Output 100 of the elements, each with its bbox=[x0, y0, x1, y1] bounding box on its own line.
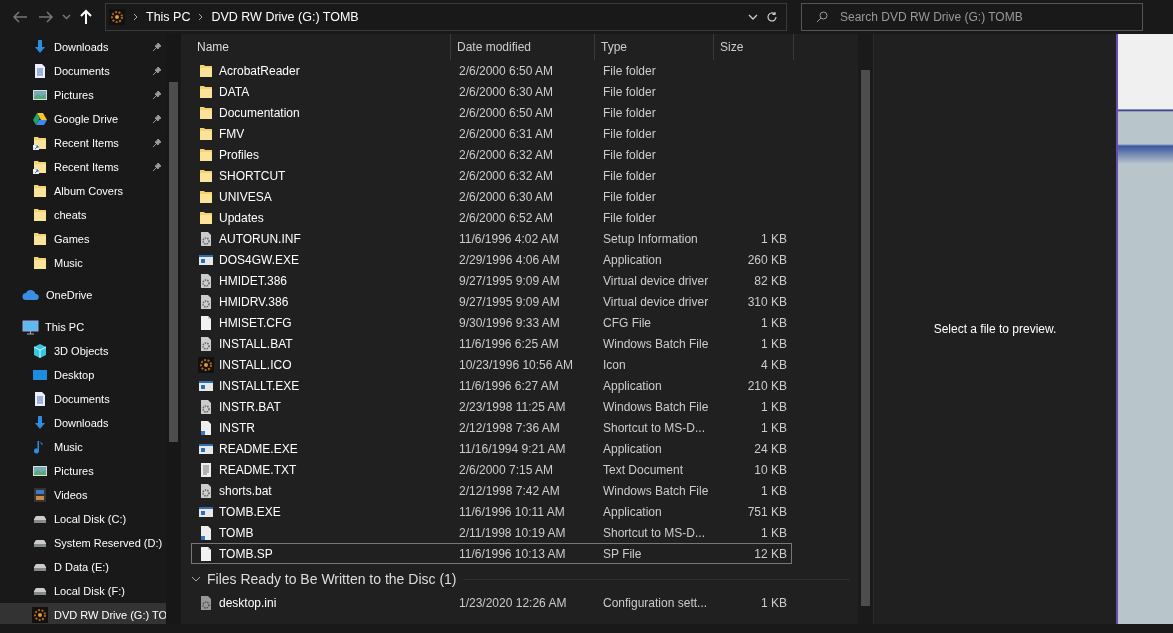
file-row[interactable]: INSTR.BAT 2/23/1998 11:25 AM Windows Batch File 1 KB bbox=[191, 396, 792, 417]
file-name: HMIDRV.386 bbox=[219, 294, 289, 309]
file-name: DOS4GW.EXE bbox=[219, 252, 300, 267]
nav-item[interactable]: Pictures bbox=[0, 83, 166, 107]
file-row[interactable]: HMIDET.386 9/27/1995 9:09 AM Virtual device driver 82 KB bbox=[191, 270, 792, 291]
address-bar[interactable]: This PC DVD RW Drive (G:) TOMB bbox=[105, 3, 787, 31]
file-row[interactable]: TOMB 2/11/1998 10:19 AM Shortcut to MS-D... 1 KB bbox=[191, 522, 792, 543]
file-icon bbox=[198, 524, 214, 541]
size-text: 1 KB bbox=[761, 399, 787, 414]
nav-item[interactable]: Recent Items bbox=[0, 155, 166, 179]
file-row[interactable]: HMISET.CFG 9/30/1996 9:33 AM CFG File 1 KB bbox=[191, 312, 792, 333]
file-row[interactable]: FMV 2/6/2000 6:31 AM File folder bbox=[191, 123, 792, 144]
file-row[interactable]: TOMB.EXE 11/6/1996 10:11 AM Application 751 KB bbox=[191, 501, 792, 522]
document-icon bbox=[32, 63, 48, 79]
gear-file-icon bbox=[198, 272, 214, 289]
type-text: File folder bbox=[603, 105, 656, 120]
size-text: 1 KB bbox=[761, 231, 787, 246]
file-row[interactable]: shorts.bat 2/12/1998 7:42 AM Windows Batch File 1 KB bbox=[191, 480, 792, 501]
file-row[interactable]: INSTALL.BAT 11/6/1996 6:25 AM Windows Batch File 1 KB bbox=[191, 333, 792, 354]
column-header[interactable]: Date modified bbox=[451, 34, 595, 60]
file-row[interactable]: INSTR 2/12/1998 7:36 AM Shortcut to MS-D... 1 KB bbox=[191, 417, 792, 438]
file-row[interactable]: AcrobatReader 2/6/2000 6:50 AM File folder bbox=[191, 60, 792, 81]
back-icon[interactable] bbox=[12, 10, 28, 24]
breadcrumb[interactable]: DVD RW Drive (G:) TOMB bbox=[211, 10, 359, 24]
file-name: AcrobatReader bbox=[219, 63, 300, 78]
file-name: INSTR bbox=[219, 420, 255, 435]
folder-icon bbox=[198, 167, 214, 184]
date-text: 2/6/2000 6:52 AM bbox=[459, 210, 554, 225]
nav-item[interactable]: Games bbox=[0, 227, 166, 251]
nav-item[interactable]: Google Drive bbox=[0, 107, 166, 131]
size-text: 82 KB bbox=[754, 273, 787, 288]
file-row[interactable]: INSTALL.ICO 10/23/1996 10:56 AM Icon 4 KB bbox=[191, 354, 792, 375]
nav-item[interactable]: Downloads bbox=[0, 411, 166, 435]
chevron-down-icon[interactable] bbox=[748, 14, 758, 20]
nav-item[interactable]: Documents bbox=[0, 387, 166, 411]
file-row[interactable]: AUTORUN.INF 11/6/1996 4:02 AM Setup Information 1 KB bbox=[191, 228, 792, 249]
nav-item[interactable]: Music bbox=[0, 435, 166, 459]
file-row[interactable]: README.EXE 11/16/1994 9:21 AM Application 24 KB bbox=[191, 438, 792, 459]
file-row[interactable]: DOS4GW.EXE 2/29/1996 4:06 AM Application 260 KB bbox=[191, 249, 792, 270]
scrollbar[interactable] bbox=[858, 34, 873, 624]
file-name: TOMB.EXE bbox=[219, 504, 281, 519]
folder-icon bbox=[198, 104, 214, 121]
nav-item[interactable]: Documents bbox=[0, 59, 166, 83]
file-row[interactable]: INSTALLT.EXE 11/6/1996 6:27 AM Application 210 KB bbox=[191, 375, 792, 396]
nav-item[interactable]: System Reserved (D:) bbox=[0, 531, 166, 555]
file-row[interactable]: Updates 2/6/2000 6:52 AM File folder bbox=[191, 207, 792, 228]
file-row[interactable]: HMIDRV.386 9/27/1995 9:09 AM Virtual device driver 310 KB bbox=[191, 291, 792, 312]
file-name: INSTR.BAT bbox=[219, 399, 281, 414]
size-text: 24 KB bbox=[754, 441, 787, 456]
nav-item[interactable]: Pictures bbox=[0, 459, 166, 483]
column-header[interactable]: Size bbox=[714, 34, 794, 60]
nav-item[interactable]: D Data (E:) bbox=[0, 555, 166, 579]
file-name: UNIVESA bbox=[219, 189, 272, 204]
nav-item[interactable]: OneDrive bbox=[0, 283, 166, 307]
file-row[interactable]: Documentation 2/6/2000 6:50 AM File folder bbox=[191, 102, 792, 123]
up-arrow-icon[interactable] bbox=[79, 9, 93, 25]
date-text: 9/30/1996 9:33 AM bbox=[459, 315, 560, 330]
triangle-icon bbox=[32, 111, 48, 127]
gear-file-icon bbox=[198, 230, 214, 247]
gear-file-icon bbox=[198, 594, 214, 611]
file-row[interactable]: TOMB.SP 11/6/1996 10:13 AM SP File 12 KB bbox=[191, 543, 792, 564]
date-text: 2/6/2000 6:32 AM bbox=[459, 168, 554, 183]
group-title[interactable]: Files Ready to Be Written to the Disc (1) bbox=[207, 571, 457, 587]
nav-item[interactable]: 3D Objects bbox=[0, 339, 166, 363]
nav-item[interactable]: This PC bbox=[0, 315, 166, 339]
forward-icon[interactable] bbox=[38, 10, 54, 24]
nav-item[interactable]: Videos bbox=[0, 483, 166, 507]
file-row[interactable]: SHORTCUT 2/6/2000 6:32 AM File folder bbox=[191, 165, 792, 186]
breadcrumb[interactable]: This PC bbox=[146, 10, 191, 24]
file-row[interactable]: DATA 2/6/2000 6:30 AM File folder bbox=[191, 81, 792, 102]
file-row[interactable]: desktop.ini 1/23/2020 12:26 AM Configuration sett... 1 KB bbox=[191, 592, 792, 613]
file-row[interactable]: README.TXT 2/6/2000 7:15 AM Text Document 10 KB bbox=[191, 459, 792, 480]
nav-item[interactable]: DVD RW Drive (G:) TO bbox=[0, 603, 166, 624]
file-row[interactable]: UNIVESA 2/6/2000 6:30 AM File folder bbox=[191, 186, 792, 207]
nav-item[interactable]: Desktop bbox=[0, 363, 166, 387]
nav-item[interactable]: cheats bbox=[0, 203, 166, 227]
type-text: Icon bbox=[603, 357, 626, 372]
date-text: 11/16/1994 9:21 AM bbox=[459, 441, 566, 456]
date-text: 2/6/2000 6:30 AM bbox=[459, 84, 554, 99]
nav-item[interactable]: Local Disk (C:) bbox=[0, 507, 166, 531]
size-text: 1 KB bbox=[761, 420, 787, 435]
chevron-icon[interactable] bbox=[191, 576, 201, 582]
type-text: Windows Batch File bbox=[603, 399, 709, 414]
refresh-icon[interactable] bbox=[766, 11, 778, 23]
date-text: 2/11/1998 10:19 AM bbox=[459, 525, 566, 540]
type-text: Shortcut to MS-D... bbox=[603, 420, 706, 435]
nav-item[interactable]: Downloads bbox=[0, 35, 166, 59]
gear-file-icon bbox=[198, 293, 214, 310]
nav-item[interactable]: Local Disk (F:) bbox=[0, 579, 166, 603]
search-field[interactable]: Search DVD RW Drive (G:) TOMB bbox=[801, 3, 1143, 31]
type-text: Application bbox=[603, 378, 662, 393]
nav-item[interactable]: Recent Items bbox=[0, 131, 166, 155]
size-text: 1 KB bbox=[761, 336, 787, 351]
file-row[interactable]: Profiles 2/6/2000 6:32 AM File folder bbox=[191, 144, 792, 165]
column-header[interactable]: Type bbox=[595, 34, 714, 60]
nav-item[interactable]: Album Covers bbox=[0, 179, 166, 203]
date-text: 11/6/1996 10:13 AM bbox=[459, 546, 566, 561]
column-header[interactable]: Name bbox=[191, 34, 451, 60]
nav-item[interactable]: Music bbox=[0, 251, 166, 275]
date-text: 11/6/1996 10:11 AM bbox=[459, 504, 565, 519]
